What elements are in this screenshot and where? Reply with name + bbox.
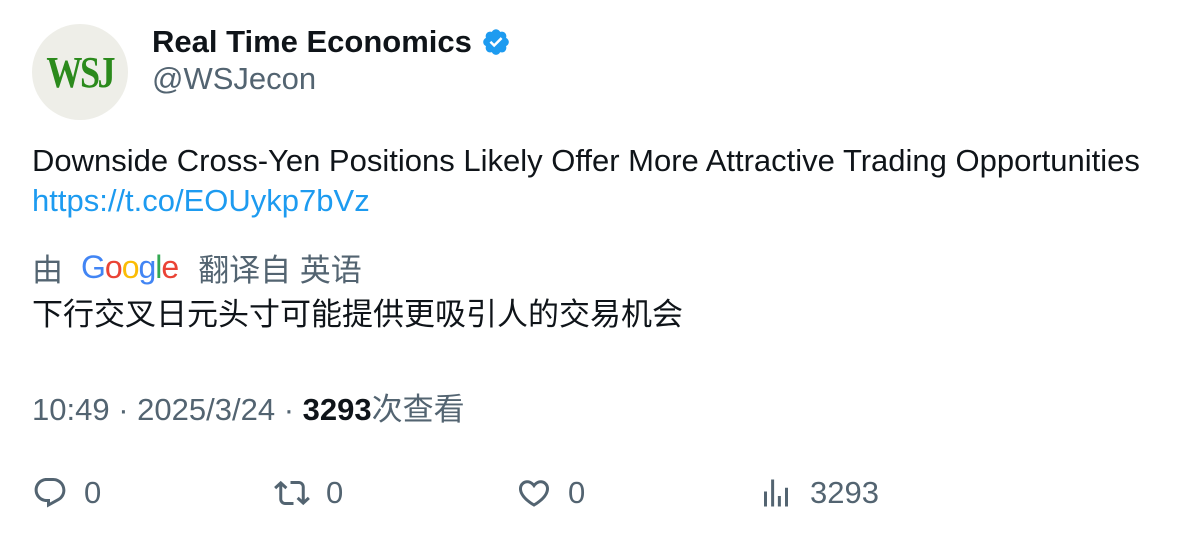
tweet-time[interactable]: 10:49 <box>32 392 110 427</box>
author-handle[interactable]: @WSJecon <box>152 61 316 97</box>
tweet-date[interactable]: 2025/3/24 <box>137 392 275 427</box>
reply-count: 0 <box>84 475 102 510</box>
tweet-link[interactable]: https://t.co/EOUykp7bVz <box>32 183 370 218</box>
translation-attribution: 由 Google 翻译自 英语 <box>32 246 362 288</box>
views-label: 次查看 <box>371 392 465 427</box>
retweet-count: 0 <box>326 475 344 510</box>
reply-icon <box>34 478 66 508</box>
translation-suffix: 翻译自 英语 <box>198 252 362 288</box>
views-count: 3293 <box>302 392 372 427</box>
tweet-text: Downside Cross-Yen Positions Likely Offe… <box>32 141 1162 221</box>
meta-separator: · <box>118 392 129 427</box>
avatar-logo-text: WSJ <box>46 47 116 97</box>
google-logo-letter: g <box>138 248 156 285</box>
action-bar: 0 0 0 3293 <box>0 472 1196 514</box>
tweet-meta: 10:49 · 2025/3/24 · 3293次查看 <box>32 384 465 429</box>
views-action-count: 3293 <box>810 475 879 510</box>
translation-prefix: 由 <box>32 252 63 288</box>
google-logo-letter: G <box>81 248 106 285</box>
reply-button[interactable]: 0 <box>32 472 101 514</box>
avatar[interactable]: WSJ <box>32 24 128 120</box>
retweet-button[interactable]: 0 <box>274 472 343 514</box>
verified-badge-icon <box>483 29 509 55</box>
google-logo: Google <box>81 248 179 286</box>
translated-text: 下行交叉日元头寸可能提供更吸引人的交易机会 <box>32 297 683 332</box>
google-logo-letter: o <box>121 248 140 285</box>
views-button[interactable]: 3293 <box>758 472 879 514</box>
tweet-body: Downside Cross-Yen Positions Likely Offe… <box>32 143 1140 178</box>
author-display-name[interactable]: Real Time Economics <box>152 24 472 60</box>
views-chart-icon <box>764 479 788 507</box>
meta-separator: · <box>283 392 295 427</box>
heart-icon <box>518 480 550 507</box>
google-logo-letter: e <box>161 248 179 285</box>
like-count: 0 <box>568 475 586 510</box>
google-logo-letter: o <box>104 248 123 285</box>
author-name-row: Real Time Economics <box>152 20 511 64</box>
retweet-icon <box>274 480 310 506</box>
like-button[interactable]: 0 <box>516 472 585 514</box>
